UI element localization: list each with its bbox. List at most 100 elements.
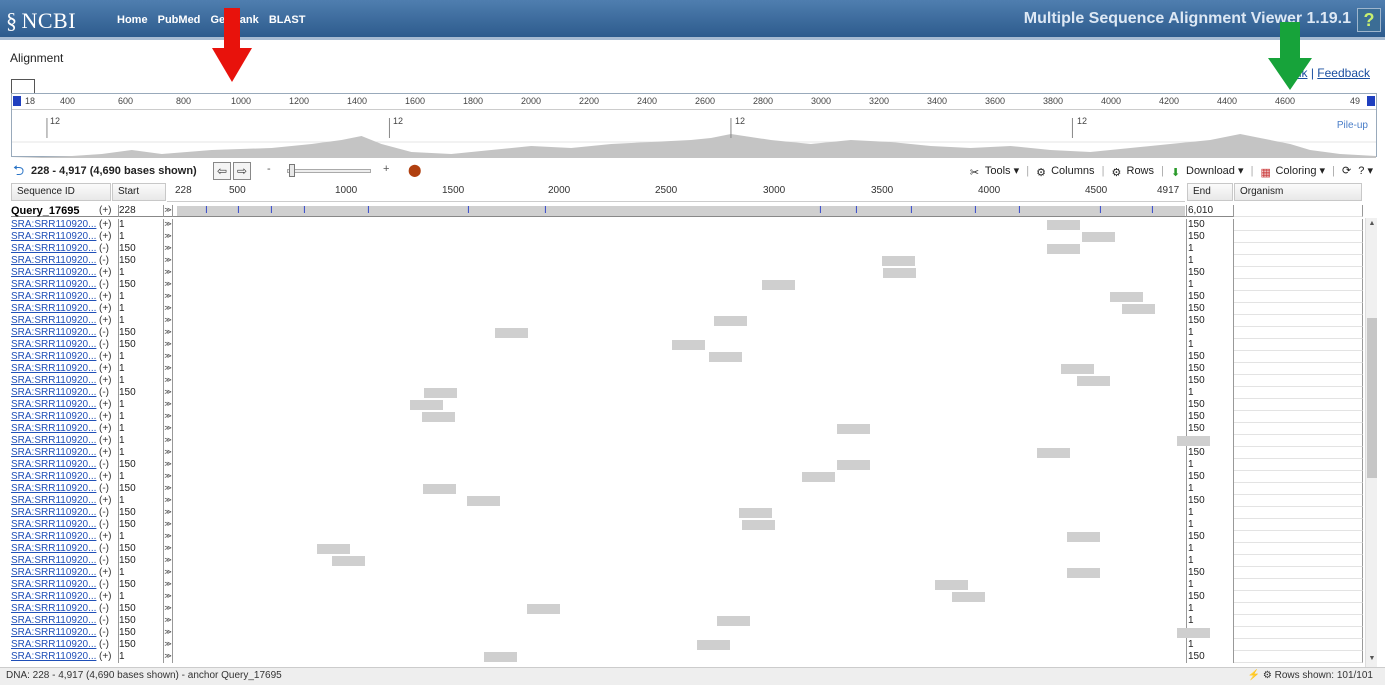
table-row[interactable]: SRA:SRR110920...(+) 1≫ 150 xyxy=(11,423,1363,435)
sequence-id-link[interactable]: SRA:SRR110920... xyxy=(11,627,106,639)
expand-icon[interactable]: ≫ xyxy=(163,423,173,435)
feedback-link[interactable]: Feedback xyxy=(1317,66,1370,80)
table-row[interactable]: SRA:SRR110920...(-) 150≫ 1 xyxy=(11,459,1363,471)
expand-icon[interactable]: ≫ xyxy=(163,267,173,279)
expand-icon[interactable]: ≫ xyxy=(163,603,173,615)
table-row[interactable]: SRA:SRR110920...(-) 150≫ 1 xyxy=(11,387,1363,399)
columns-menu[interactable]: ⚙ Columns xyxy=(1036,165,1094,179)
expand-icon[interactable]: ≫ xyxy=(163,639,173,651)
expand-icon[interactable]: ≫ xyxy=(163,651,173,663)
scrollbar-thumb[interactable] xyxy=(1367,318,1377,478)
sequence-id-link[interactable]: SRA:SRR110920... xyxy=(11,219,106,231)
read-bar[interactable] xyxy=(1067,568,1100,578)
sequence-id-link[interactable]: SRA:SRR110920... xyxy=(11,555,106,567)
expand-icon[interactable]: ≫ xyxy=(163,375,173,387)
scroll-right-icon[interactable] xyxy=(1367,96,1375,106)
zoom-in-button[interactable]: + xyxy=(383,163,389,175)
table-row[interactable]: SRA:SRR110920...(+) 1≫ 150 xyxy=(11,267,1363,279)
scroll-up-icon[interactable]: ▲ xyxy=(1367,220,1377,230)
ncbi-logo[interactable]: § NCBI xyxy=(6,8,76,34)
read-bar[interactable] xyxy=(697,640,730,650)
sequence-id-link[interactable]: SRA:SRR110920... xyxy=(11,327,106,339)
sequence-id-link[interactable]: SRA:SRR110920... xyxy=(11,543,106,555)
expand-icon[interactable]: ≫ xyxy=(163,579,173,591)
sequence-id-link[interactable]: SRA:SRR110920... xyxy=(11,375,106,387)
sequence-id-link[interactable]: SRA:SRR110920... xyxy=(11,243,106,255)
sequence-id-link[interactable]: SRA:SRR110920... xyxy=(11,363,106,375)
column-header-end[interactable]: End xyxy=(1187,183,1233,201)
read-bar[interactable] xyxy=(1047,244,1080,254)
refresh-icon[interactable]: ⟳ xyxy=(1342,164,1351,177)
expand-icon[interactable]: ≫ xyxy=(163,255,173,267)
column-header-sequence-id[interactable]: Sequence ID xyxy=(11,183,111,201)
table-row[interactable]: SRA:SRR110920...(+) 1≫ 150 xyxy=(11,303,1363,315)
table-row[interactable]: SRA:SRR110920...(-) 150≫ 1 xyxy=(11,579,1363,591)
table-row[interactable]: SRA:SRR110920...(-) 150≫ 1 xyxy=(11,639,1363,651)
expand-icon[interactable]: ≫ xyxy=(163,495,173,507)
read-bar[interactable] xyxy=(1077,376,1110,386)
expand-icon[interactable]: ≫ xyxy=(163,231,173,243)
sequence-id-link[interactable]: SRA:SRR110920... xyxy=(11,471,106,483)
sequence-id-link[interactable]: SRA:SRR110920... xyxy=(11,579,106,591)
table-row[interactable]: SRA:SRR110920...(+) 1≫ 150 xyxy=(11,291,1363,303)
nav-pubmed[interactable]: PubMed xyxy=(158,14,201,26)
sequence-id-link[interactable]: SRA:SRR110920... xyxy=(11,651,106,663)
table-row[interactable]: SRA:SRR110920...(+) 1≫ 150 xyxy=(11,495,1363,507)
sequence-id-link[interactable]: SRA:SRR110920... xyxy=(11,279,106,291)
sequence-id-link[interactable]: SRA:SRR110920... xyxy=(11,303,106,315)
sequence-id-link[interactable]: SRA:SRR110920... xyxy=(11,615,106,627)
read-bar[interactable] xyxy=(422,412,455,422)
column-header-start[interactable]: Start xyxy=(112,183,166,201)
sequence-id-link[interactable]: SRA:SRR110920... xyxy=(11,567,106,579)
overview-panel[interactable]: 18 400 600 800 1000 1200 1400 1600 1800 … xyxy=(11,93,1377,158)
column-header-organism[interactable]: Organism xyxy=(1234,183,1362,201)
sequence-id-link[interactable]: SRA:SRR110920... xyxy=(11,339,106,351)
sequence-id-link[interactable]: SRA:SRR110920... xyxy=(11,639,106,651)
wand-icon[interactable]: ⚡ xyxy=(1248,670,1260,681)
expand-icon[interactable]: ≫ xyxy=(163,279,173,291)
expand-icon[interactable]: ≫ xyxy=(163,615,173,627)
sequence-id-link[interactable]: SRA:SRR110920... xyxy=(11,291,106,303)
expand-icon[interactable]: ≫ xyxy=(163,447,173,459)
read-bar[interactable] xyxy=(802,472,835,482)
expand-icon[interactable]: ≫ xyxy=(163,327,173,339)
read-bar[interactable] xyxy=(717,616,750,626)
read-bar[interactable] xyxy=(410,400,443,410)
table-row[interactable]: SRA:SRR110920...(-) 150≫ 1 xyxy=(11,279,1363,291)
back-icon[interactable]: ⮌ xyxy=(13,163,27,177)
expand-icon[interactable]: ≫ xyxy=(163,591,173,603)
table-row[interactable]: SRA:SRR110920...(-) 150≫ 1 xyxy=(11,603,1363,615)
read-bar[interactable] xyxy=(1047,220,1080,230)
expand-icon[interactable]: ≫ xyxy=(163,291,173,303)
read-bar[interactable] xyxy=(527,604,560,614)
expand-icon[interactable]: ≫ xyxy=(163,627,173,639)
table-row[interactable]: SRA:SRR110920...(+) 1≫ 150 xyxy=(11,591,1363,603)
sequence-id-link[interactable]: SRA:SRR110920... xyxy=(11,459,106,471)
expand-icon[interactable]: ≫ xyxy=(163,471,173,483)
read-bar[interactable] xyxy=(837,460,870,470)
sequence-id-link[interactable]: SRA:SRR110920... xyxy=(11,495,106,507)
table-row[interactable]: SRA:SRR110920...(+) 1≫ 150 xyxy=(11,315,1363,327)
expand-icon[interactable]: ≫ xyxy=(163,507,173,519)
read-bar[interactable] xyxy=(1122,304,1155,314)
pan-right-icon[interactable]: ⇨ xyxy=(233,162,251,180)
help-icon[interactable]: ? ▾ xyxy=(1358,164,1373,177)
read-bar[interactable] xyxy=(709,352,742,362)
read-bar[interactable] xyxy=(1037,448,1070,458)
sequence-id-link[interactable]: SRA:SRR110920... xyxy=(11,267,106,279)
expand-icon[interactable]: ≫ xyxy=(163,459,173,471)
table-row[interactable]: SRA:SRR110920...(+) 1≫ 150 xyxy=(11,531,1363,543)
read-bar[interactable] xyxy=(714,316,747,326)
read-bar[interactable] xyxy=(883,268,916,278)
expand-icon[interactable]: ≫ xyxy=(163,363,173,375)
expand-icon[interactable]: ≫ xyxy=(163,435,173,447)
expand-icon[interactable]: ≫ xyxy=(163,543,173,555)
nav-blast[interactable]: BLAST xyxy=(269,14,306,26)
read-bar[interactable] xyxy=(742,520,775,530)
sequence-id-link[interactable]: SRA:SRR110920... xyxy=(11,483,106,495)
sequence-id-link[interactable]: SRA:SRR110920... xyxy=(11,387,106,399)
expand-icon[interactable]: ≫ xyxy=(163,315,173,327)
query-track[interactable]: I I I I I I I I I I I I I I xyxy=(177,206,1185,216)
sequence-id-link[interactable]: SRA:SRR110920... xyxy=(11,255,106,267)
expand-icon[interactable]: ≫ xyxy=(163,351,173,363)
